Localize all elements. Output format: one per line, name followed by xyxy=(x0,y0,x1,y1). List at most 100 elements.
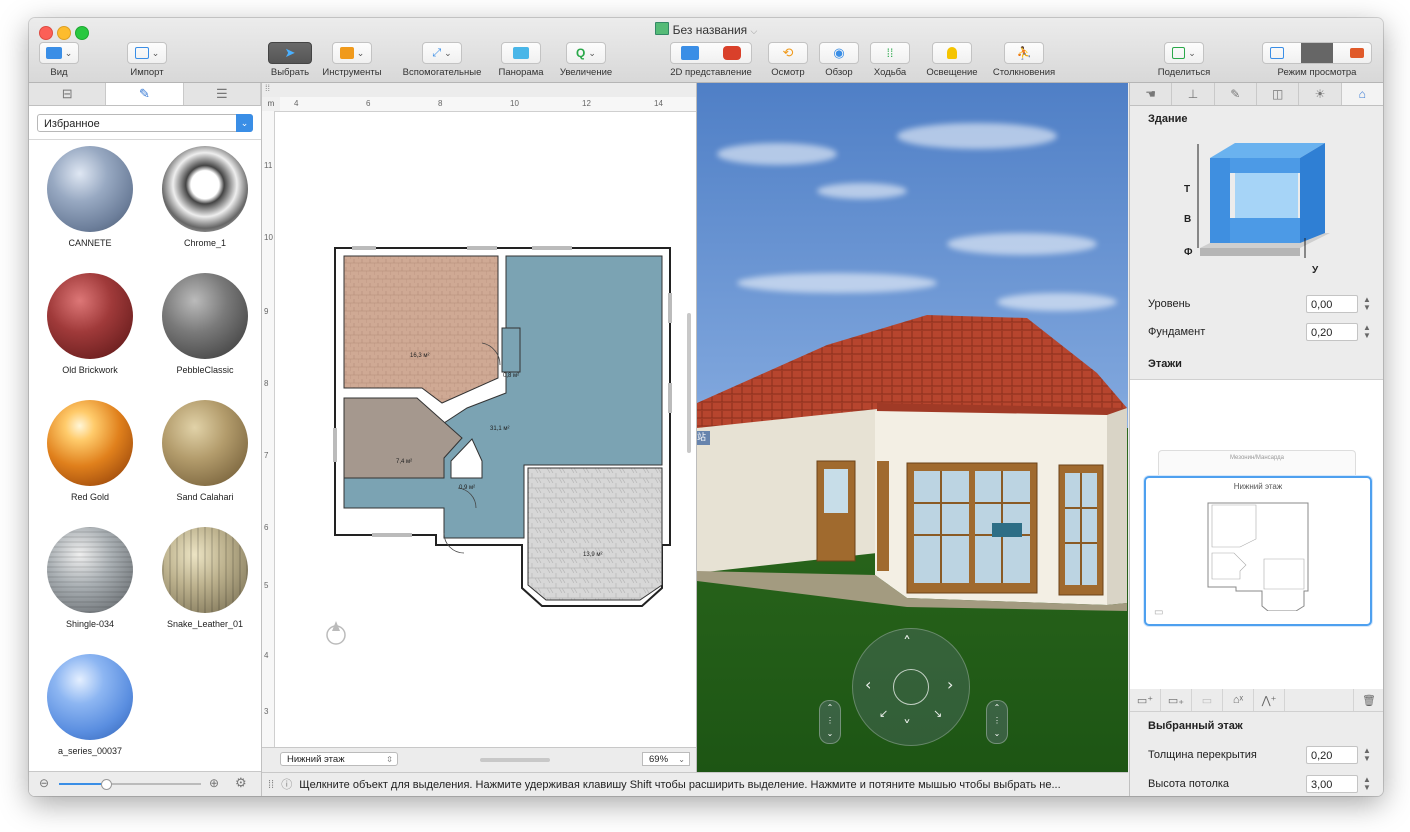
stepper-icon[interactable]: ▲ ▼ xyxy=(1362,296,1372,312)
watermark: 苹果中文站 xyxy=(697,431,711,445)
chevron-right-icon[interactable]: › xyxy=(947,675,953,694)
add-floor-below-button[interactable]: ▭₊ xyxy=(1161,689,1192,711)
room-stone[interactable] xyxy=(527,467,663,601)
floors-list[interactable]: Мезонин/Мансарда Нижний этаж ▭ xyxy=(1130,379,1383,691)
window-title[interactable]: Без названия ⌵ xyxy=(29,22,1383,37)
room-closet[interactable] xyxy=(501,327,521,373)
room-tiled[interactable] xyxy=(343,255,499,404)
zoom-in-icon[interactable]: ⊕ xyxy=(209,776,219,790)
horizontal-scrollbar[interactable] xyxy=(480,758,550,762)
chevron-up-icon[interactable]: ˄ xyxy=(903,633,911,652)
level-input[interactable]: 0,00 xyxy=(1306,295,1358,313)
stepper-icon[interactable]: ▲ ▼ xyxy=(1362,747,1372,763)
toolbar-panorama[interactable]: Панорама xyxy=(493,42,549,78)
toolbar-select[interactable]: ➤ Выбрать xyxy=(265,42,315,78)
slider-knob[interactable] xyxy=(101,779,112,790)
tab-camera[interactable]: ◫ xyxy=(1257,83,1300,105)
chevron-down-icon[interactable]: ⌄ xyxy=(236,114,253,132)
toolbar-inspect[interactable]: ⟲ Осмотр xyxy=(765,42,811,78)
add-level-button[interactable]: ⋀⁺ xyxy=(1254,689,1285,711)
gear-icon[interactable]: ⚙ xyxy=(235,775,247,791)
material-item[interactable]: Snake_Leather_01 xyxy=(155,527,255,629)
toolbar-collisions[interactable]: ⛹ Столкновения xyxy=(987,42,1061,78)
zoom-out-icon[interactable]: ⊖ xyxy=(39,776,49,790)
3d-view-icon[interactable] xyxy=(722,46,741,60)
chevron-down-icon[interactable]: ˅ xyxy=(903,717,911,736)
3d-mode-icon[interactable] xyxy=(1350,48,1364,58)
toolbar-auxiliary[interactable]: ⤢ ⌄ Вспомогательные xyxy=(395,42,489,78)
thumbnail-size-slider[interactable] xyxy=(59,779,201,790)
stepper-icon[interactable]: ▲ ▼ xyxy=(1362,324,1372,340)
app-window: Без названия ⌵ ⌄ Вид ⌄ Импорт ➤ Выбрать … xyxy=(29,18,1383,796)
material-item[interactable]: CANNETE xyxy=(40,146,140,248)
plan-view[interactable]: ⁞⁞ m 4 6 8 10 12 14 11 10 9 8 7 6 5 4 3 … xyxy=(262,83,697,772)
tab-list[interactable]: ☰ xyxy=(184,83,261,105)
pitch-pill[interactable]: ⌃ ⋮ ⌄ xyxy=(986,700,1008,744)
toolbar-import[interactable]: ⌄ Импорт xyxy=(121,42,173,78)
material-swatch xyxy=(162,400,248,486)
toolbar-overview[interactable]: ◉ Обзор xyxy=(817,42,861,78)
chevron-down-icon: ⌄ xyxy=(444,47,452,58)
tab-light[interactable]: ☀ xyxy=(1299,83,1342,105)
ceiling-input[interactable]: 3,00 xyxy=(1306,775,1358,793)
tab-pencil[interactable]: ✎ xyxy=(1215,83,1257,105)
share-icon xyxy=(1172,47,1186,59)
split-mode-icon[interactable] xyxy=(1301,43,1333,63)
toolbar-share[interactable]: ⌄ Поделиться xyxy=(1149,42,1219,78)
material-item[interactable]: Sand Calahari xyxy=(155,400,255,502)
help-icon[interactable]: ⓘ xyxy=(281,779,292,791)
floor-select[interactable]: Нижний этаж ⇳ xyxy=(280,752,398,766)
nav-center[interactable] xyxy=(893,669,929,705)
add-floor-above-button[interactable]: ▭⁺ xyxy=(1130,689,1161,711)
chevron-left-icon[interactable]: ‹ xyxy=(865,675,871,694)
rotate-right-icon[interactable]: ↘ xyxy=(933,707,942,720)
tools-icon xyxy=(339,47,354,59)
library-panel: ⊟ ✎ ☰ Избранное ⌄ CANNETE Chrome_1 Old B… xyxy=(29,83,262,796)
material-item[interactable]: PebbleClassic xyxy=(155,273,255,375)
duplicate-floor-button[interactable]: ▭ xyxy=(1192,689,1223,711)
navigation-pad[interactable]: ˄ ˅ ‹ › ↙ ↘ xyxy=(852,628,970,746)
material-item[interactable]: Old Brickwork xyxy=(40,273,140,375)
toolbar-view[interactable]: ⌄ Вид xyxy=(37,42,81,78)
floor-card-selected[interactable]: Нижний этаж ▭ xyxy=(1144,476,1372,626)
material-swatch xyxy=(47,527,133,613)
rotate-left-icon[interactable]: ↙ xyxy=(879,707,888,720)
tab-materials[interactable]: ✎ xyxy=(106,83,184,105)
material-item[interactable]: Red Gold xyxy=(40,400,140,502)
building-header: Здание xyxy=(1148,113,1188,125)
pencil-icon: ✎ xyxy=(1230,87,1241,101)
toolbar-tools[interactable]: ⌄ Инструменты xyxy=(316,42,388,78)
chevron-down-icon: ⌄ xyxy=(151,47,160,58)
3d-view[interactable]: 苹果中文站 ⌃⋮⌄ ˄ ˅ ‹ › ↙ ↘ ⌃⋮⌄ xyxy=(697,83,1128,772)
plan-mode-icon[interactable] xyxy=(1270,47,1284,59)
tab-stamp[interactable]: ⊥ xyxy=(1172,83,1215,105)
2d-view-icon[interactable] xyxy=(681,46,700,60)
toolbar-walk[interactable]: ⁞⁞ Ходьба xyxy=(867,42,913,78)
room-area-label: 13,9 м² xyxy=(583,552,603,558)
slab-input[interactable]: 0,20 xyxy=(1306,746,1358,764)
material-swatch xyxy=(47,146,133,232)
material-item[interactable]: Shingle-034 xyxy=(40,527,140,629)
vertical-move-pill[interactable]: ⌃ ⋮ ⌄ xyxy=(819,700,841,744)
toolbar-view-mode[interactable]: Режим просмотра xyxy=(1261,42,1373,78)
material-swatch xyxy=(162,273,248,359)
add-roof-button[interactable]: ⌂ˣ xyxy=(1223,689,1254,711)
toolbar-zoom[interactable]: Q ⌄ Увеличение xyxy=(553,42,619,78)
toolbar-lighting[interactable]: Освещение xyxy=(919,42,985,78)
tab-paint[interactable]: ☚ xyxy=(1130,83,1173,105)
material-item[interactable]: a_series_00037 xyxy=(40,654,140,756)
vertical-scrollbar[interactable] xyxy=(687,313,691,453)
list-icon: ☰ xyxy=(215,86,228,101)
toolbar-2d-3d[interactable]: 2D представление xyxy=(661,42,761,78)
stepper-icon[interactable]: ▲ ▼ xyxy=(1362,776,1372,792)
level-label: У xyxy=(1312,265,1319,276)
category-select[interactable]: Избранное ⌄ xyxy=(37,114,253,132)
tab-furniture[interactable]: ⊟ xyxy=(29,83,107,105)
zoom-select[interactable]: 69% ⌄ xyxy=(642,752,690,766)
room-area-label: 0,8 м² xyxy=(503,373,520,379)
trash-icon[interactable]: 🗑 xyxy=(1353,689,1383,711)
floor-plan-canvas[interactable] xyxy=(262,83,696,772)
material-item[interactable]: Chrome_1 xyxy=(155,146,255,248)
tab-building[interactable]: ⌂ xyxy=(1341,83,1383,105)
foundation-input[interactable]: 0,20 xyxy=(1306,323,1358,341)
